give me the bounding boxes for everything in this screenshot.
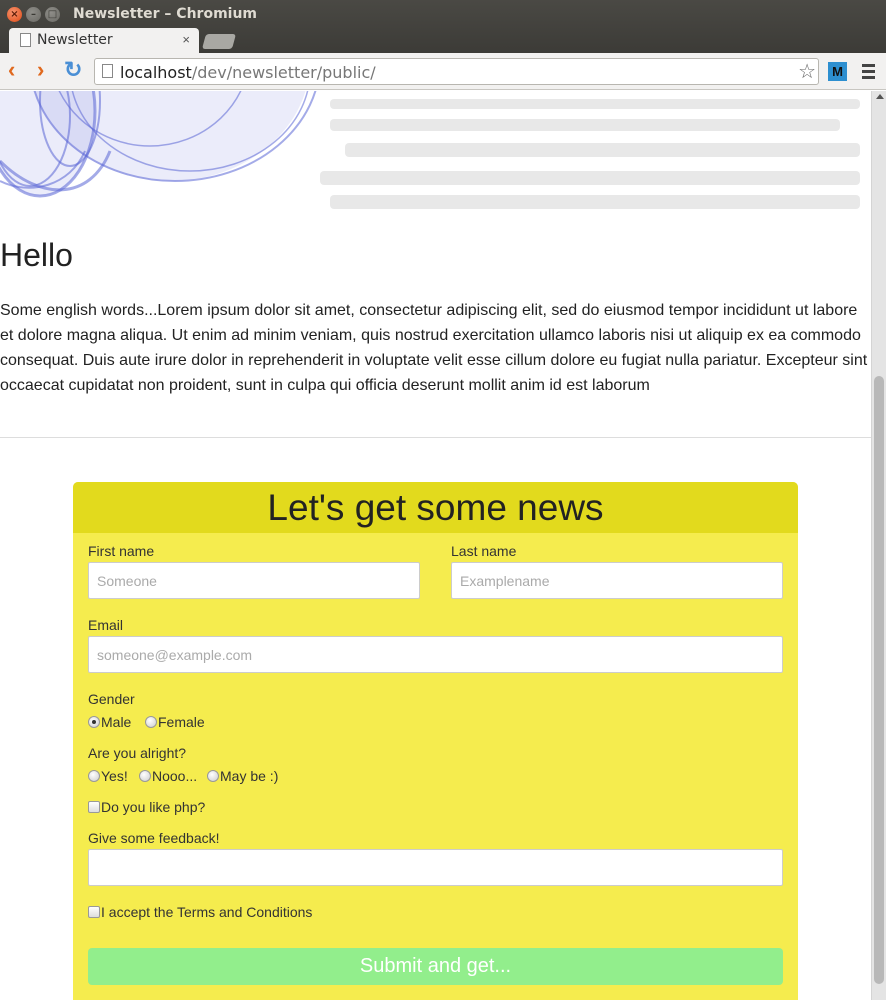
first-name-label: First name <box>88 543 155 559</box>
radio-button[interactable] <box>88 770 100 782</box>
tab-label: Newsletter <box>37 32 113 48</box>
gender-option-female[interactable]: Female <box>145 714 205 730</box>
alright-option-maybe[interactable]: May be :) <box>207 768 278 784</box>
option-label: May be :) <box>220 768 279 784</box>
extension-icon[interactable]: M <box>828 62 847 81</box>
terms-label: I accept the Terms and Conditions <box>101 904 313 920</box>
url-text[interactable]: localhost/dev/newsletter/public/ <box>120 63 376 82</box>
last-name-input[interactable] <box>451 562 783 599</box>
url-path: /dev/newsletter/public/ <box>191 63 376 82</box>
window-minimize-button[interactable]: – <box>26 7 41 22</box>
page-icon <box>20 33 31 47</box>
alright-label: Are you alright? <box>88 745 187 761</box>
email-input[interactable] <box>88 636 783 673</box>
page-heading: Hello <box>0 237 73 273</box>
menu-icon[interactable] <box>862 64 875 82</box>
php-checkbox[interactable] <box>88 801 100 813</box>
url-host: localhost <box>120 63 192 82</box>
alright-option-nooo[interactable]: Nooo... <box>139 768 197 784</box>
gender-option-male[interactable]: Male <box>88 714 131 730</box>
form-title: Let's get some news <box>267 487 604 528</box>
last-name-label: Last name <box>451 543 517 559</box>
terms-checkbox[interactable] <box>88 906 100 918</box>
feedback-input[interactable] <box>88 849 783 886</box>
scroll-thumb[interactable] <box>874 376 884 984</box>
gender-label: Gender <box>88 691 135 707</box>
newsletter-form: Let's get some news First name Last name… <box>73 482 798 1000</box>
first-name-input[interactable] <box>88 562 420 599</box>
banner-image <box>0 91 860 209</box>
terms-checkbox-row[interactable]: I accept the Terms and Conditions <box>88 904 312 920</box>
window-titlebar: × – □ Newsletter – Chromium Newsletter × <box>0 0 886 54</box>
vertical-scrollbar[interactable] <box>871 91 886 1000</box>
window-title: Newsletter – Chromium <box>73 6 258 22</box>
window-close-button[interactable]: × <box>7 7 22 22</box>
reload-icon[interactable]: ↻ <box>64 58 82 82</box>
new-tab-button[interactable] <box>201 34 237 49</box>
submit-button[interactable]: Submit and get... <box>88 948 783 985</box>
alright-option-yes[interactable]: Yes! <box>88 768 128 784</box>
browser-toolbar: ‹ › ↻ localhost/dev/newsletter/public/ ☆… <box>0 53 886 90</box>
radio-button[interactable] <box>88 716 100 728</box>
option-label: Male <box>101 714 132 730</box>
intro-paragraph: Some english words...Lorem ipsum dolor s… <box>0 302 868 394</box>
radio-button[interactable] <box>139 770 151 782</box>
bookmark-star-icon[interactable]: ☆ <box>798 59 816 84</box>
php-checkbox-row[interactable]: Do you like php? <box>88 799 205 815</box>
option-label: Nooo... <box>152 768 198 784</box>
php-label: Do you like php? <box>101 799 206 815</box>
page-icon <box>102 64 113 78</box>
page-viewport: Hello Some english words...Lorem ipsum d… <box>0 91 871 1000</box>
scroll-up-arrow-icon[interactable] <box>876 94 884 99</box>
feedback-label: Give some feedback! <box>88 830 220 846</box>
option-label: Yes! <box>101 768 128 784</box>
tab-close-icon[interactable]: × <box>182 32 190 47</box>
email-label: Email <box>88 617 124 633</box>
back-icon[interactable]: ‹ <box>8 58 15 82</box>
divider <box>0 437 871 438</box>
forward-icon[interactable]: › <box>37 58 44 82</box>
radio-button[interactable] <box>207 770 219 782</box>
form-header: Let's get some news <box>73 482 798 533</box>
radio-button[interactable] <box>145 716 157 728</box>
window-maximize-button[interactable]: □ <box>45 7 60 22</box>
option-label: Female <box>158 714 205 730</box>
address-bar[interactable]: localhost/dev/newsletter/public/ ☆ <box>94 58 819 85</box>
browser-tab[interactable]: Newsletter × <box>9 28 199 54</box>
